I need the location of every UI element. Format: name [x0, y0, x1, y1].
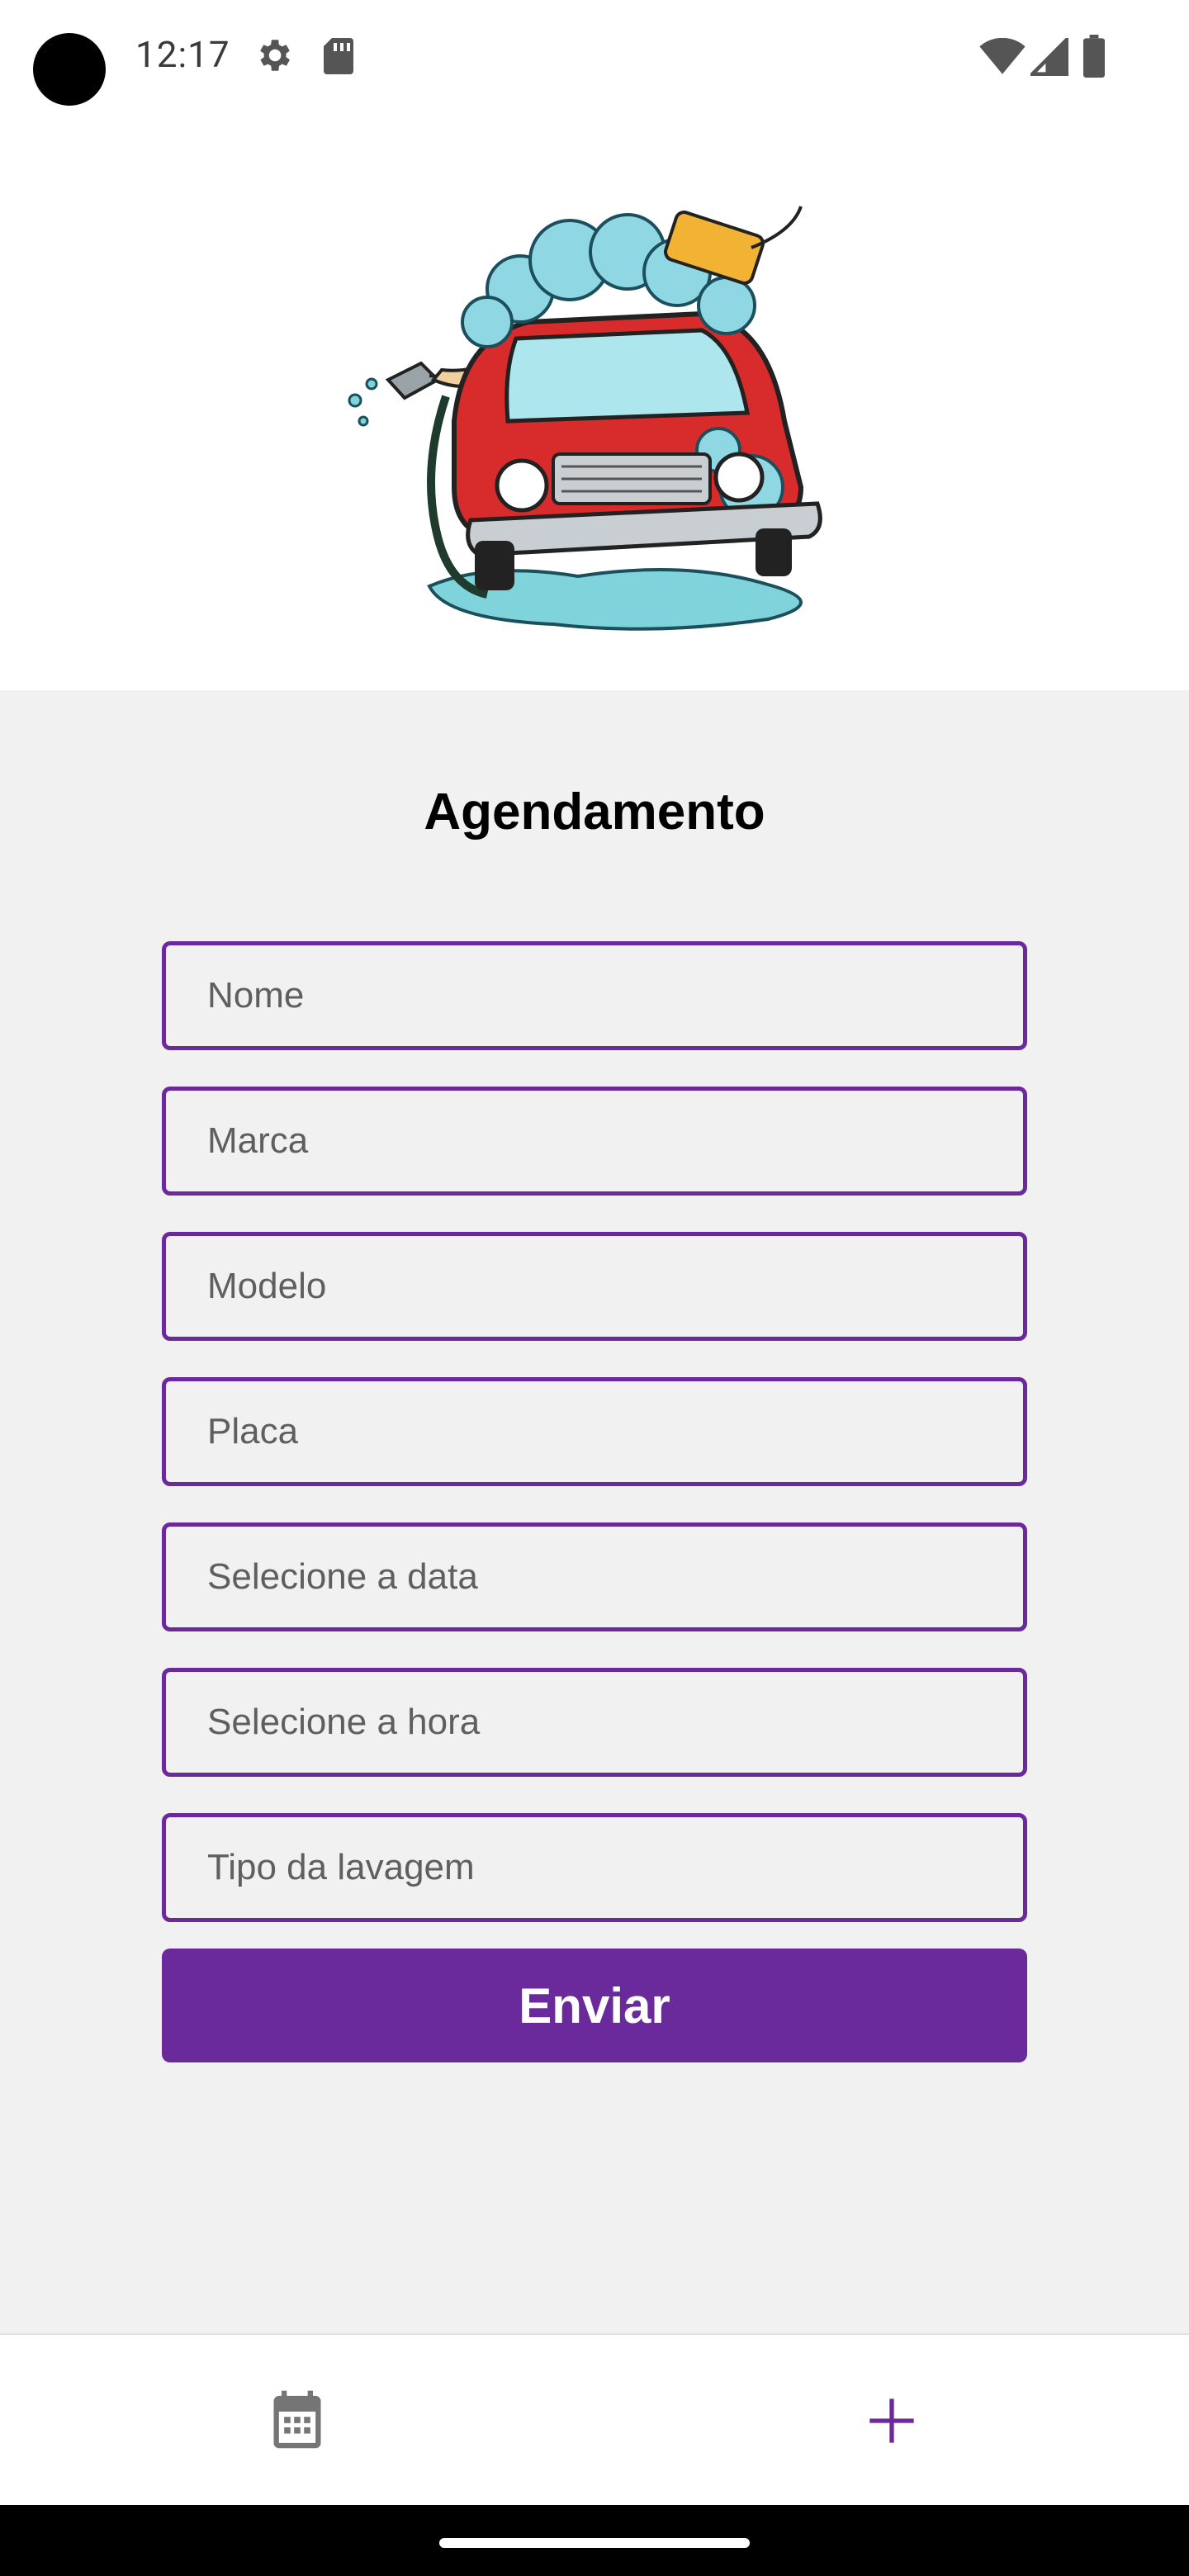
date-input[interactable] — [166, 1527, 1023, 1627]
wash-type-field — [162, 1813, 1027, 1922]
modelo-field — [162, 1232, 1027, 1341]
sd-card-icon — [320, 36, 357, 79]
nome-input[interactable] — [166, 945, 1023, 1046]
settings-icon — [253, 35, 294, 79]
home-gesture-handle[interactable] — [439, 2538, 750, 2548]
bottom-navigation — [0, 2333, 1189, 2507]
cell-signal-icon — [1027, 35, 1068, 79]
status-time: 12:17 — [135, 33, 230, 76]
front-camera — [33, 33, 106, 106]
system-navigation-bar — [0, 2505, 1189, 2576]
nav-item-calendar[interactable] — [0, 2335, 594, 2507]
date-field — [162, 1522, 1027, 1631]
form-area — [0, 690, 1189, 2333]
car-wash-illustration — [348, 206, 822, 631]
time-input[interactable] — [166, 1672, 1023, 1773]
time-field — [162, 1668, 1027, 1777]
nav-item-add[interactable] — [594, 2335, 1189, 2507]
marca-input[interactable] — [166, 1091, 1023, 1191]
placa-input[interactable] — [166, 1381, 1023, 1482]
status-bar: 12:17 — [0, 0, 1189, 116]
modelo-input[interactable] — [166, 1236, 1023, 1337]
page-title: Agendamento — [424, 784, 765, 841]
wash-type-input[interactable] — [166, 1817, 1023, 1918]
hero-banner — [0, 116, 1189, 690]
placa-field — [162, 1377, 1027, 1486]
battery-icon — [1083, 35, 1105, 81]
add-icon — [869, 2398, 914, 2443]
submit-button[interactable]: Enviar — [162, 1949, 1027, 2062]
calendar-icon — [273, 2390, 321, 2449]
marca-field — [162, 1087, 1027, 1196]
wifi-icon — [979, 37, 1026, 79]
nome-field — [162, 941, 1027, 1050]
